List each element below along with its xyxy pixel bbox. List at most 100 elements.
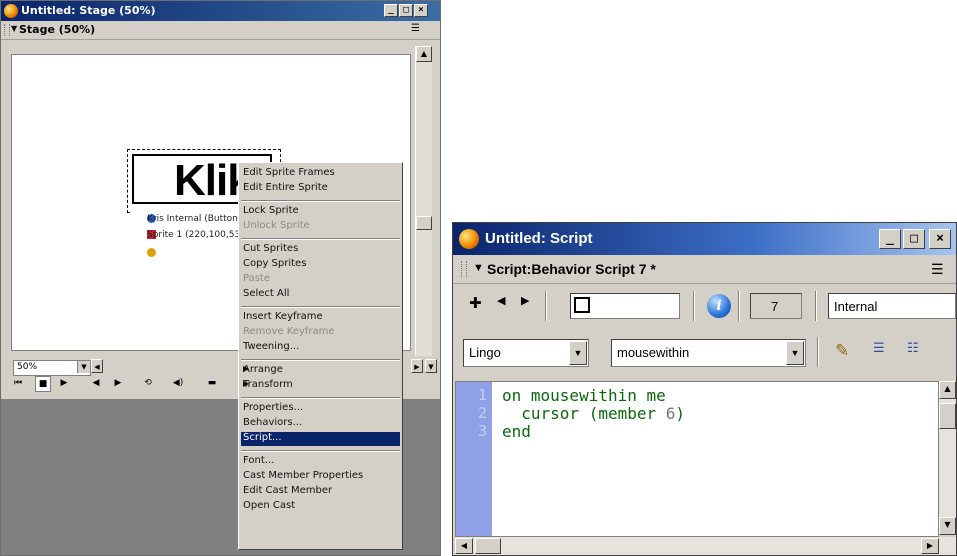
submenu-arrow-icon: ▶ bbox=[243, 364, 250, 373]
menu-item-transform[interactable]: Transform ▶ bbox=[241, 379, 400, 393]
script-window: Untitled: Script _ □ × ▼ Script:Behavior… bbox=[452, 222, 957, 556]
cast-member-info-icon[interactable]: i bbox=[707, 294, 731, 318]
close-button[interactable]: × bbox=[414, 4, 428, 17]
new-script-icon[interactable]: ✚ bbox=[469, 294, 482, 312]
script-vertical-scrollbar[interactable]: ▲ ▼ bbox=[939, 381, 956, 535]
close-button[interactable]: × bbox=[929, 229, 951, 249]
collapse-triangle-icon[interactable]: ▼ bbox=[473, 262, 484, 274]
menu-item-open-cast[interactable]: Open Cast bbox=[241, 500, 400, 514]
stage-vertical-scrollbar[interactable]: ▲ ▼ bbox=[415, 46, 432, 372]
stage-title-bar[interactable]: Untitled: Stage (50%) _ □ × bbox=[1, 1, 440, 21]
scroll-down-small-button[interactable]: ▼ bbox=[425, 359, 437, 373]
scroll-right-button[interactable]: ▶ bbox=[411, 359, 423, 373]
menu-item-lock-sprite[interactable]: Lock Sprite bbox=[241, 205, 400, 219]
step-forward-icon[interactable]: ▶ bbox=[111, 376, 125, 390]
script-editor[interactable]: 1 2 3 on mousewithin me cursor (member 6… bbox=[455, 381, 939, 537]
stage-panel-header[interactable]: ▼ Stage (50%) ☰ bbox=[1, 21, 440, 40]
maximize-button[interactable]: □ bbox=[399, 4, 413, 17]
menu-item-script[interactable]: Script... bbox=[241, 432, 400, 446]
handler-select[interactable]: mousewithin ▼ bbox=[611, 339, 806, 367]
script-horizontal-scrollbar[interactable]: ◀ ▶ bbox=[455, 537, 956, 555]
menu-item-select-all[interactable]: Select All bbox=[241, 288, 400, 302]
menu-separator bbox=[241, 397, 400, 399]
menu-item-cut-sprites[interactable]: Cut Sprites bbox=[241, 243, 400, 257]
collapse-triangle-icon[interactable]: ▼ bbox=[11, 24, 17, 33]
submenu-arrow-icon: ▶ bbox=[243, 379, 250, 388]
uncomment-icon[interactable]: ☷ bbox=[907, 341, 919, 356]
menu-separator bbox=[241, 306, 400, 308]
script-panel-header[interactable]: ▼ Script:Behavior Script 7 * ☰ bbox=[453, 255, 956, 284]
scroll-up-button[interactable]: ▲ bbox=[416, 46, 432, 62]
go-to-handler-icon[interactable]: ✎ bbox=[835, 341, 849, 361]
comment-icon[interactable]: ☰ bbox=[873, 341, 885, 356]
chevron-down-icon[interactable]: ▼ bbox=[77, 361, 90, 373]
sprite-context-menu: Edit Sprite Frames Edit Entire Sprite Lock… bbox=[238, 162, 403, 550]
previous-script-icon[interactable]: ◀ bbox=[497, 294, 505, 307]
line-number-gutter: 1 2 3 bbox=[456, 382, 492, 536]
volume-icon[interactable]: ◀) bbox=[171, 376, 185, 390]
menu-item-remove-keyframe: Remove Keyframe bbox=[243, 326, 335, 337]
menu-item-tweening[interactable]: Tweening... bbox=[241, 341, 400, 355]
script-language-select[interactable]: Lingo ▼ bbox=[463, 339, 589, 367]
stop-icon[interactable]: ■ bbox=[35, 376, 51, 392]
scroll-down-button[interactable]: ▼ bbox=[939, 517, 956, 535]
script-panel-title: Script:Behavior Script 7 * bbox=[487, 261, 656, 277]
menu-item-font[interactable]: Font... bbox=[241, 455, 400, 469]
member-number-field[interactable]: 7 bbox=[750, 293, 802, 319]
panel-options-icon[interactable]: ☰ bbox=[931, 261, 944, 278]
grip-handle[interactable] bbox=[461, 261, 467, 277]
maximize-button[interactable]: □ bbox=[903, 229, 925, 249]
toolbar-separator bbox=[693, 291, 695, 321]
loop-icon[interactable]: ⟲ bbox=[141, 376, 155, 390]
scroll-thumb[interactable] bbox=[475, 538, 501, 554]
scroll-left-button[interactable]: ◀ bbox=[455, 538, 473, 554]
script-toolbar-navigation: ✚ ◀ ▶ i 7 Internal bbox=[453, 285, 956, 325]
menu-item-edit-cast-member[interactable]: Edit Cast Member bbox=[241, 485, 400, 499]
scroll-left-button[interactable]: ◀ bbox=[91, 359, 103, 373]
menu-item-arrange[interactable]: Arrange ▶ bbox=[241, 364, 400, 378]
code-line[interactable]: end bbox=[502, 422, 531, 441]
chevron-down-icon[interactable]: ▼ bbox=[786, 341, 804, 365]
menu-separator bbox=[241, 359, 400, 361]
code-line[interactable]: on mousewithin me bbox=[502, 386, 666, 405]
menu-item-properties[interactable]: Properties... bbox=[241, 402, 400, 416]
next-script-icon[interactable]: ▶ bbox=[521, 294, 529, 307]
scroll-right-button[interactable]: ▶ bbox=[921, 538, 939, 554]
cast-library-field[interactable]: Internal bbox=[828, 293, 956, 319]
line-number: 2 bbox=[478, 404, 488, 422]
menu-item-behaviors[interactable]: Behaviors... bbox=[241, 417, 400, 431]
menu-item-copy-sprites[interactable]: Copy Sprites bbox=[241, 258, 400, 272]
script-toolbar-handlers: Lingo ▼ mousewithin ▼ ✎ ☰ ☷ bbox=[453, 331, 956, 371]
minimize-button[interactable]: _ bbox=[384, 4, 398, 17]
member-name-field[interactable] bbox=[570, 293, 680, 319]
grip-handle[interactable] bbox=[4, 24, 10, 36]
step-back-icon[interactable]: ◀ bbox=[89, 376, 103, 390]
minimize-button[interactable]: _ bbox=[879, 229, 901, 249]
script-title-bar[interactable]: Untitled: Script _ □ × bbox=[453, 223, 956, 255]
menu-item-edit-sprite-frames[interactable]: Edit Sprite Frames bbox=[241, 167, 400, 181]
scroll-thumb[interactable] bbox=[939, 403, 956, 429]
play-icon[interactable]: ▶ bbox=[57, 376, 71, 390]
menu-item-edit-entire-sprite[interactable]: Edit Entire Sprite bbox=[241, 182, 400, 196]
member-thumbnail-icon bbox=[574, 297, 590, 313]
zoom-select[interactable]: 50% ▼ bbox=[13, 360, 91, 376]
code-line[interactable]: cursor (member 6) bbox=[502, 404, 685, 423]
menu-item-insert-keyframe[interactable]: Insert Keyframe bbox=[241, 311, 400, 325]
menu-item-unlock-sprite: Unlock Sprite bbox=[243, 220, 310, 231]
scroll-up-button[interactable]: ▲ bbox=[939, 381, 956, 399]
menu-item-cast-member-properties[interactable]: Cast Member Properties bbox=[241, 470, 400, 484]
toolbar-separator bbox=[815, 291, 817, 321]
menu-item-paste: Paste bbox=[243, 273, 270, 284]
rewind-icon[interactable]: ⏮ bbox=[11, 376, 25, 390]
menu-separator bbox=[241, 200, 400, 202]
toolbar-separator bbox=[817, 337, 819, 367]
chevron-down-icon[interactable]: ▼ bbox=[569, 341, 587, 365]
scroll-thumb[interactable] bbox=[416, 216, 432, 230]
sprite-overlay-info: Kris Internal (Button Sprite 1 (220,100,… bbox=[131, 211, 255, 271]
toolbar-separator bbox=[738, 291, 740, 321]
menu-separator bbox=[241, 238, 400, 240]
behavior-icon bbox=[147, 248, 156, 257]
panel-options-icon[interactable]: ☰ bbox=[411, 23, 420, 34]
director-app-icon bbox=[4, 4, 18, 18]
display-icon[interactable]: ▬ bbox=[205, 376, 219, 390]
